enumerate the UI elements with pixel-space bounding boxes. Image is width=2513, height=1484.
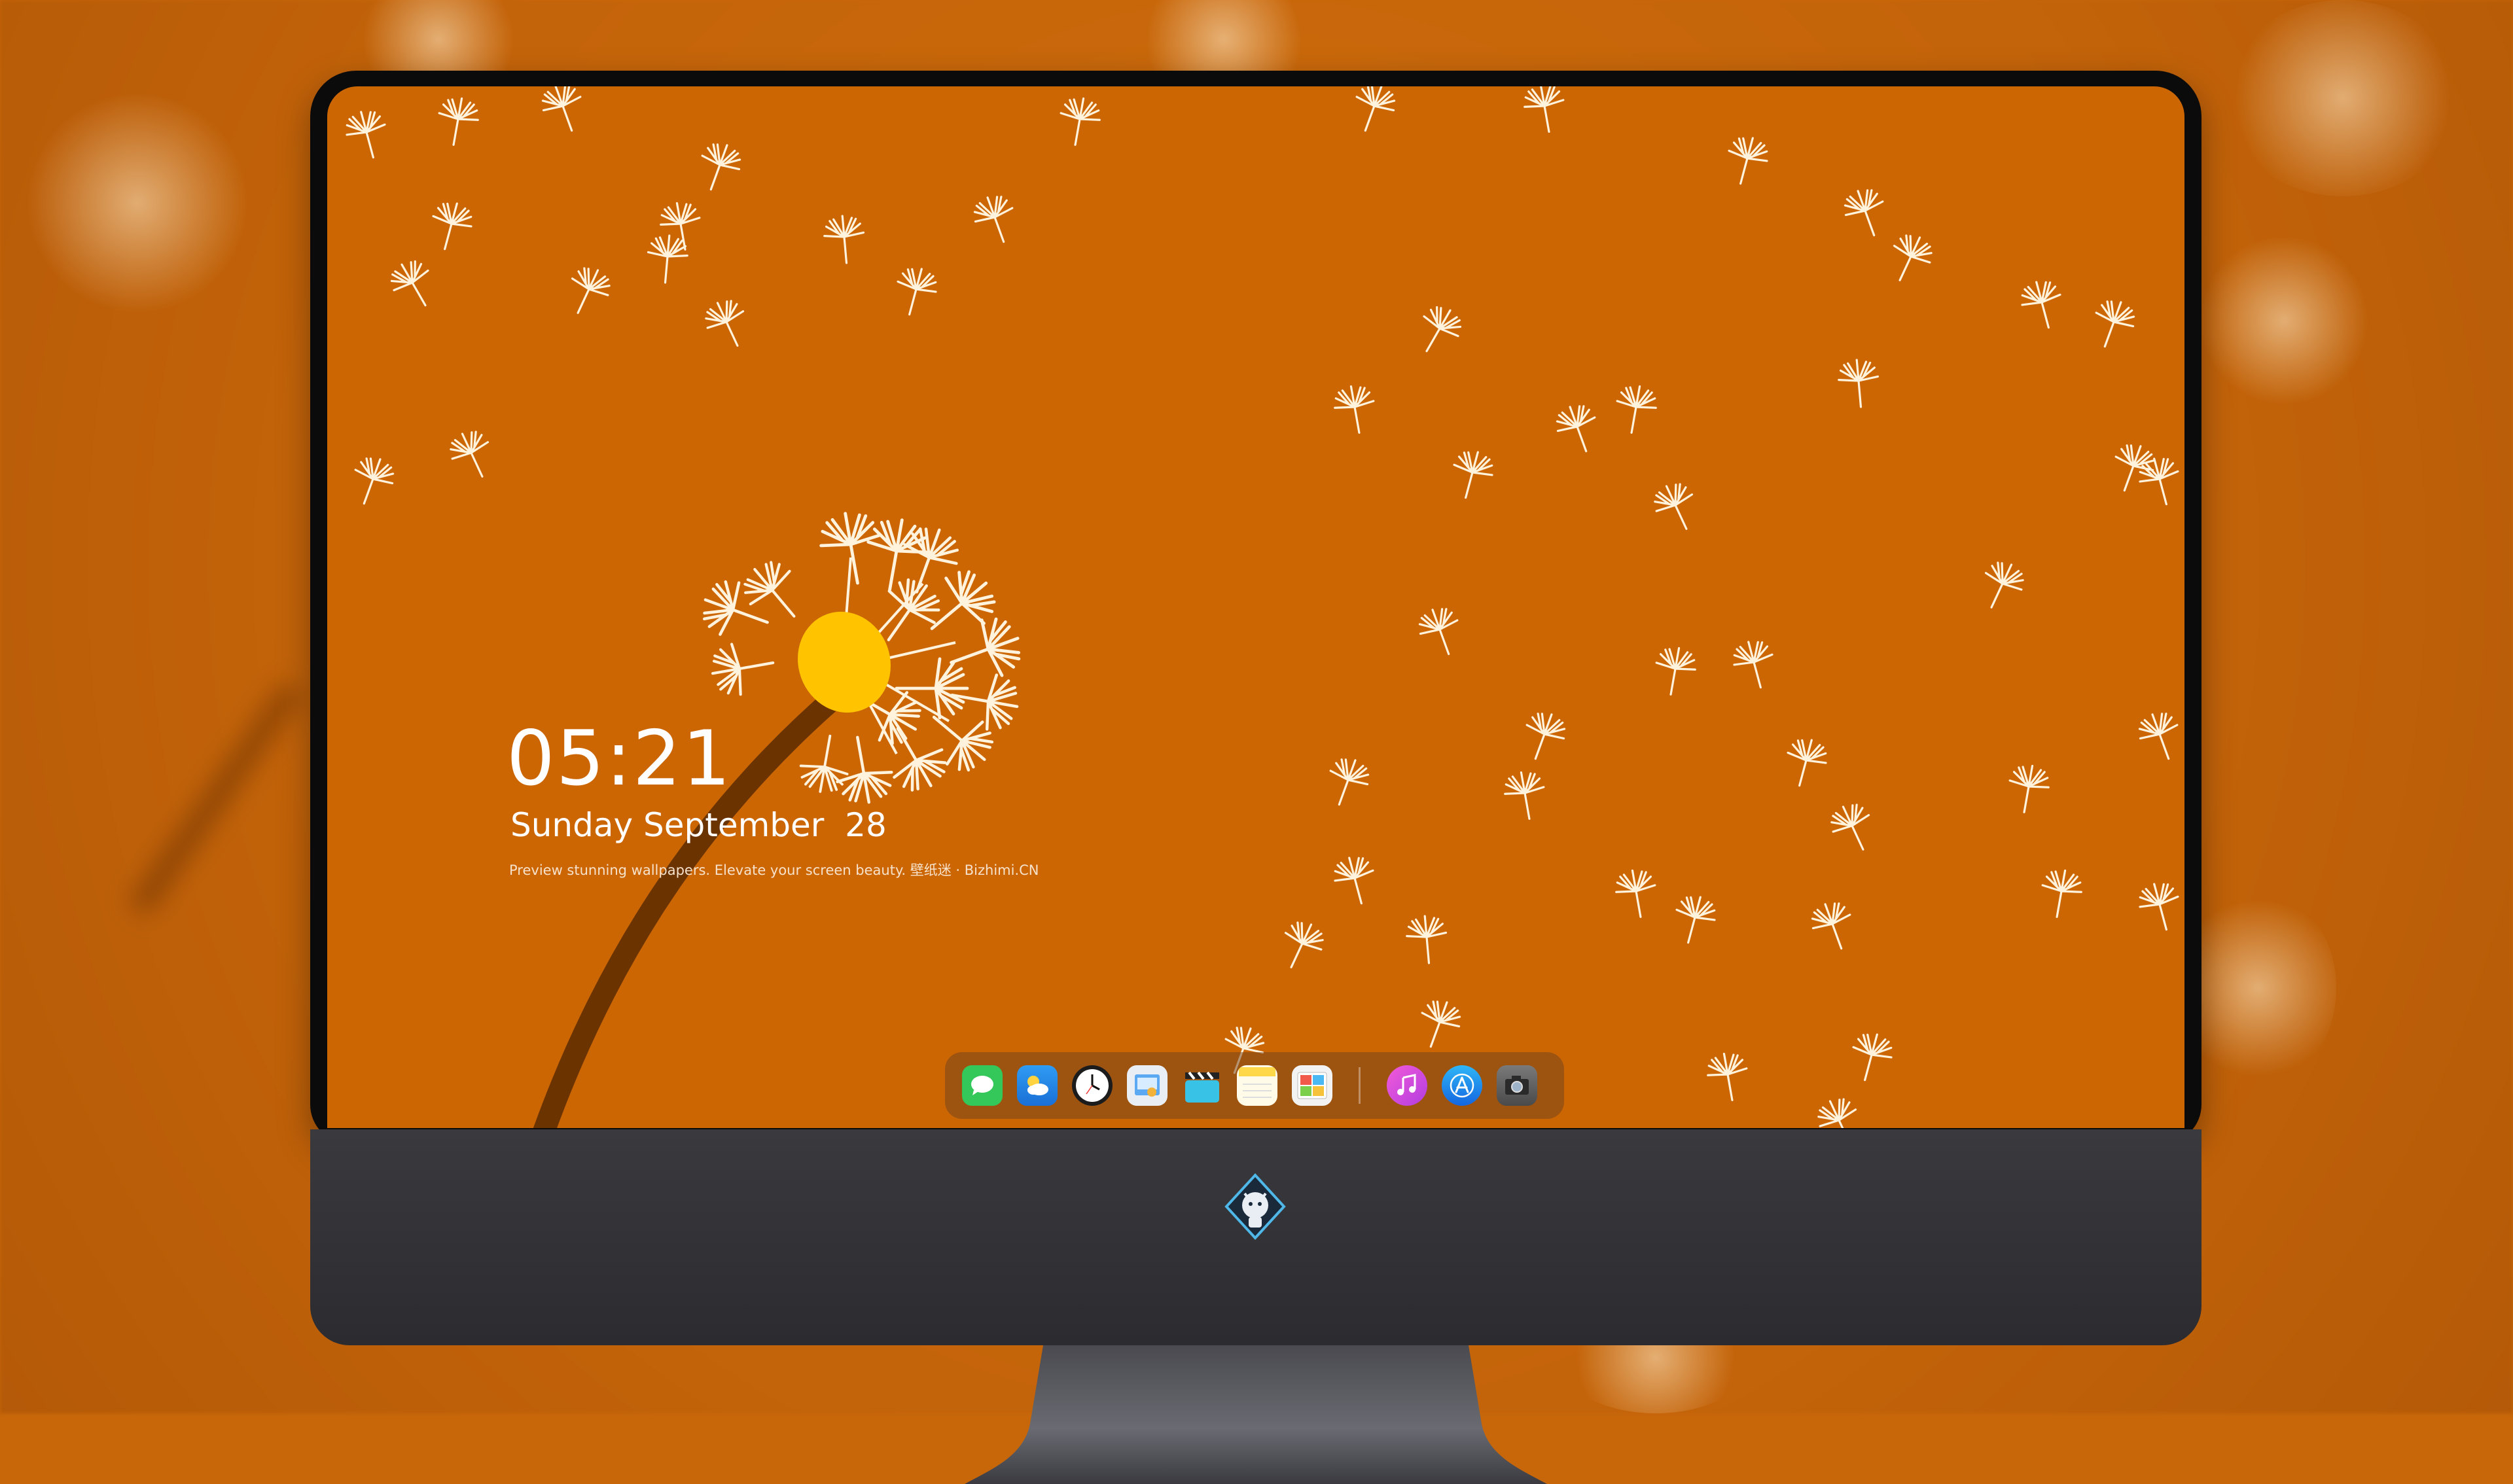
blurred-seed <box>2225 0 2461 196</box>
desktop-clock: 05:21 <box>507 715 732 803</box>
notes-icon[interactable] <box>1237 1065 1277 1106</box>
music-icon[interactable] <box>1387 1065 1427 1106</box>
dandelion-wallpaper <box>341 86 2184 1128</box>
weather-icon[interactable] <box>1017 1065 1058 1106</box>
clapper-icon[interactable] <box>1182 1065 1222 1106</box>
camera-icon[interactable] <box>1497 1065 1537 1106</box>
preview-icon[interactable] <box>1127 1065 1167 1106</box>
brand-logo-icon <box>1224 1173 1286 1240</box>
wallpaper-tagline: Preview stunning wallpapers. Elevate you… <box>509 862 1039 878</box>
photo-booth-icon[interactable] <box>1292 1065 1332 1106</box>
dock <box>945 1052 1564 1119</box>
blurred-seed <box>2199 236 2369 406</box>
dock-separator <box>1359 1067 1361 1104</box>
blurred-seed <box>2179 890 2336 1086</box>
dandelion-center <box>798 611 891 713</box>
app-store-icon[interactable] <box>1442 1065 1482 1106</box>
blurred-seed <box>26 92 249 314</box>
monitor: 05:21 Sunday September 28 Preview stunni… <box>310 71 2201 1484</box>
clock-icon[interactable] <box>1072 1065 1113 1106</box>
monitor-stand <box>965 1345 1547 1484</box>
desktop-date: Sunday September 28 <box>510 806 887 844</box>
messages-icon[interactable] <box>962 1065 1003 1106</box>
desktop-screen[interactable]: 05:21 Sunday September 28 Preview stunni… <box>327 86 2184 1128</box>
